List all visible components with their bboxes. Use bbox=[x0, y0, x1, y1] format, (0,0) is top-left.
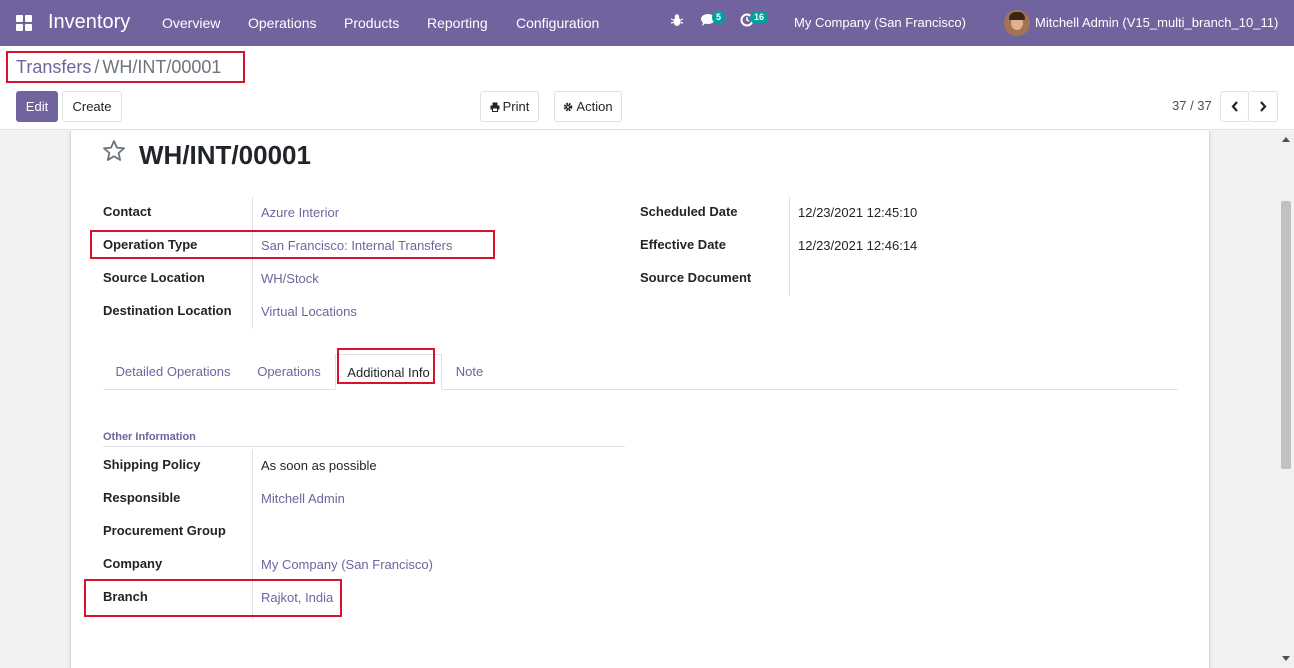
tab-note[interactable]: Note bbox=[442, 354, 497, 390]
operation-type-highlight bbox=[90, 230, 495, 259]
control-panel: Transfers / WH/INT/00001 Edit Create Print… bbox=[0, 46, 1294, 130]
app-title[interactable]: Inventory bbox=[48, 11, 130, 34]
print-label: Print bbox=[502, 99, 530, 114]
breadcrumb-separator: / bbox=[94, 57, 100, 77]
left-field-divider bbox=[252, 197, 253, 329]
destination-location-value[interactable]: Virtual Locations bbox=[261, 304, 357, 319]
print-button[interactable]: Print bbox=[480, 91, 539, 122]
source-location-label: Source Location bbox=[103, 270, 205, 285]
tab-operations[interactable]: Operations bbox=[243, 354, 335, 390]
page-scrollbar[interactable] bbox=[1279, 131, 1294, 668]
menu-reporting[interactable]: Reporting bbox=[427, 15, 488, 31]
menu-overview[interactable]: Overview bbox=[162, 15, 220, 31]
branch-highlight bbox=[84, 579, 342, 617]
activities-count-badge: 16 bbox=[750, 11, 769, 24]
notebook-tabs: Detailed Operations Operations Additiona… bbox=[103, 354, 1178, 390]
user-avatar[interactable] bbox=[1004, 10, 1030, 36]
section-divider bbox=[103, 446, 625, 447]
breadcrumb: Transfers / WH/INT/00001 bbox=[6, 51, 245, 83]
procurement-group-label: Procurement Group bbox=[103, 523, 226, 538]
effective-date-label: Effective Date bbox=[640, 237, 726, 252]
contact-label: Contact bbox=[103, 204, 152, 219]
record-title: WH/INT/00001 bbox=[139, 140, 311, 170]
other-information-title: Other Information bbox=[103, 431, 196, 443]
gear-icon bbox=[564, 102, 573, 112]
user-menu[interactable]: Mitchell Admin (V15_multi_branch_10_11) bbox=[1035, 15, 1278, 30]
scheduled-date-value: 12/23/2021 12:45:10 bbox=[798, 205, 918, 220]
messages-count-badge: 5 bbox=[712, 11, 726, 24]
print-icon bbox=[490, 102, 500, 112]
star-priority-icon[interactable] bbox=[102, 139, 126, 163]
responsible-value[interactable]: Mitchell Admin bbox=[261, 491, 345, 506]
company-label: Company bbox=[103, 556, 163, 571]
edit-button[interactable]: Edit bbox=[16, 91, 58, 122]
pager-previous-button[interactable] bbox=[1220, 91, 1249, 122]
destination-location-label: Destination Location bbox=[103, 303, 232, 318]
chevron-right-icon bbox=[1260, 101, 1267, 112]
shipping-policy-value: As soon as possible bbox=[261, 458, 377, 473]
pager-value[interactable]: 37 / 37 bbox=[1172, 98, 1212, 113]
create-button[interactable]: Create bbox=[62, 91, 122, 122]
apps-menu-icon[interactable] bbox=[16, 15, 32, 31]
contact-value[interactable]: Azure Interior bbox=[261, 205, 339, 220]
additional-info-tab-highlight bbox=[337, 348, 435, 384]
tab-detailed-operations[interactable]: Detailed Operations bbox=[103, 354, 243, 390]
scroll-down-arrow[interactable] bbox=[1282, 656, 1290, 661]
source-document-label: Source Document bbox=[640, 270, 752, 285]
source-location-value[interactable]: WH/Stock bbox=[261, 271, 319, 286]
form-content-area: WH/INT/00001 Contact Azure Interior Oper… bbox=[0, 131, 1294, 668]
shipping-policy-label: Shipping Policy bbox=[103, 457, 201, 472]
effective-date-value: 12/23/2021 12:46:14 bbox=[798, 238, 918, 253]
action-label: Action bbox=[576, 99, 613, 114]
company-value[interactable]: My Company (San Francisco) bbox=[261, 557, 433, 572]
company-switcher[interactable]: My Company (San Francisco) bbox=[794, 15, 966, 30]
menu-operations[interactable]: Operations bbox=[248, 15, 316, 31]
responsible-label: Responsible bbox=[103, 490, 181, 505]
pager-next-button[interactable] bbox=[1248, 91, 1278, 122]
breadcrumb-transfers-link[interactable]: Transfers bbox=[16, 57, 91, 77]
scroll-up-arrow[interactable] bbox=[1282, 137, 1290, 142]
menu-products[interactable]: Products bbox=[344, 15, 399, 31]
scroll-thumb[interactable] bbox=[1281, 201, 1291, 469]
right-field-divider bbox=[789, 197, 790, 296]
debug-bug-icon[interactable] bbox=[670, 13, 684, 30]
top-navbar: Inventory Overview Operations Products R… bbox=[0, 0, 1294, 46]
form-sheet: WH/INT/00001 Contact Azure Interior Oper… bbox=[70, 131, 1210, 668]
scheduled-date-label: Scheduled Date bbox=[640, 204, 738, 219]
menu-configuration[interactable]: Configuration bbox=[516, 15, 599, 31]
action-button[interactable]: Action bbox=[554, 91, 622, 122]
chevron-left-icon bbox=[1231, 101, 1238, 112]
breadcrumb-current: WH/INT/00001 bbox=[102, 57, 222, 77]
